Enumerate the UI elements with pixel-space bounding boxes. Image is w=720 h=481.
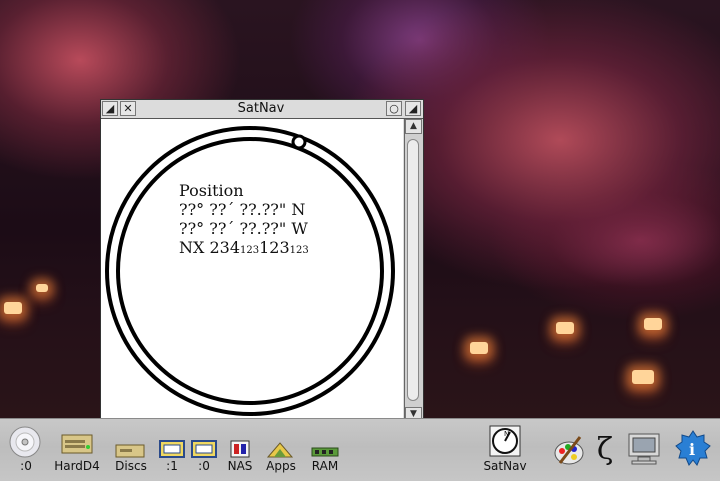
svg-text:N: N bbox=[504, 430, 509, 438]
grid-reference: NX 234123123123 bbox=[179, 238, 309, 260]
lantern-light bbox=[36, 284, 48, 292]
icon-label-discs: Discs bbox=[115, 459, 147, 473]
northing-small: 123 bbox=[289, 245, 309, 256]
icon-label-cd: :0 bbox=[20, 459, 32, 473]
floppy-drive-icon[interactable] bbox=[190, 439, 218, 459]
scroll-up-icon[interactable]: ▲ bbox=[405, 119, 422, 134]
title-bar[interactable]: ◢ ✕ SatNav ○ ◢ bbox=[101, 100, 423, 119]
cd-drive-icon[interactable] bbox=[8, 425, 42, 459]
vertical-scroll-thumb[interactable] bbox=[407, 139, 419, 401]
position-readout: Position ??° ??´ ??.??" N ??° ??´ ??.??"… bbox=[179, 181, 309, 260]
window-title: SatNav bbox=[237, 101, 285, 116]
lantern-light bbox=[556, 322, 574, 334]
grid-prefix: NX bbox=[179, 238, 205, 257]
discs-icon[interactable] bbox=[114, 441, 146, 459]
icon-label-ram: RAM bbox=[311, 459, 339, 473]
satnav-window: ◢ ✕ SatNav ○ ◢ Position ??° ??´ ??.??" N… bbox=[100, 99, 424, 444]
nas-icon[interactable] bbox=[228, 439, 252, 459]
latitude-value: ??° ??´ ??.??" N bbox=[179, 200, 306, 219]
icon-label-apps: Apps bbox=[266, 459, 296, 473]
back-icon[interactable]: ◢ bbox=[102, 101, 118, 116]
easting-small: 123 bbox=[240, 245, 260, 256]
apps-icon[interactable] bbox=[264, 441, 296, 459]
svg-text:i: i bbox=[689, 440, 695, 459]
lantern-light bbox=[4, 302, 22, 314]
compass-inner-ring bbox=[116, 137, 384, 405]
info-icon[interactable]: i bbox=[674, 429, 712, 467]
ram-disc-icon[interactable] bbox=[310, 445, 340, 459]
lantern-light bbox=[644, 318, 662, 330]
floppy-drive-icon[interactable] bbox=[158, 439, 186, 459]
zeta-icon[interactable]: ζ bbox=[594, 433, 616, 467]
icon-label-harddisc: HardD4 bbox=[54, 459, 100, 473]
heading-marker bbox=[291, 134, 307, 150]
paint-palette-icon[interactable] bbox=[552, 433, 586, 467]
satnav-work-area: Position ??° ??´ ??.??" N ??° ??´ ??.??"… bbox=[101, 119, 403, 424]
toggle-size-icon[interactable]: ◢ bbox=[405, 101, 421, 116]
vertical-scrollbar[interactable]: ▲ ▼ bbox=[404, 119, 423, 424]
hard-drive-icon[interactable] bbox=[60, 431, 94, 457]
northing-main: 123 bbox=[259, 238, 290, 257]
display-monitor-icon[interactable] bbox=[626, 431, 662, 467]
compass-outer-ring bbox=[105, 126, 395, 416]
compass-dial bbox=[105, 126, 395, 416]
icon-label-satnav: SatNav bbox=[483, 459, 527, 473]
close-icon[interactable]: ✕ bbox=[120, 101, 136, 116]
icon-label-floppy-0: :0 bbox=[198, 459, 210, 473]
icon-bar: :0 HardD4 Discs :1 :0 NAS Apps RAM N Sat… bbox=[0, 418, 720, 481]
position-heading: Position bbox=[179, 181, 244, 200]
lantern-light bbox=[632, 370, 654, 384]
easting-main: 234 bbox=[209, 238, 241, 257]
satnav-compass-icon[interactable]: N bbox=[488, 424, 522, 458]
icon-label-floppy-1: :1 bbox=[166, 459, 178, 473]
icon-label-nas: NAS bbox=[227, 459, 253, 473]
iconise-icon[interactable]: ○ bbox=[386, 101, 402, 116]
lantern-light bbox=[470, 342, 488, 354]
longitude-value: ??° ??´ ??.??" W bbox=[179, 219, 308, 238]
